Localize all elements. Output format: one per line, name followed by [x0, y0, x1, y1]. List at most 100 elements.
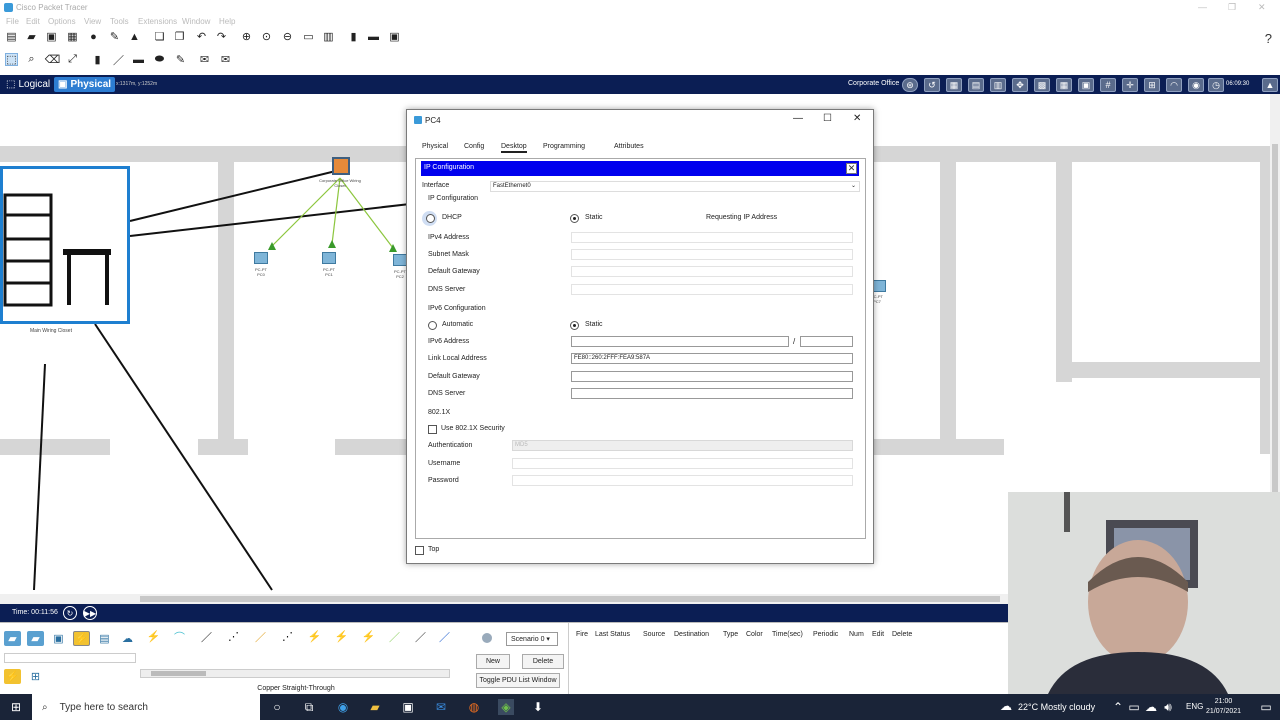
static-radio[interactable]	[570, 214, 579, 223]
onedrive-icon[interactable]: ☁	[1143, 699, 1159, 715]
menu-help[interactable]: Help	[219, 17, 235, 26]
cable-scrollbar[interactable]	[140, 669, 450, 678]
copy-icon[interactable]: ❏	[153, 30, 166, 43]
store-icon[interactable]: ▣	[400, 699, 416, 715]
close-icon[interactable]: ✕	[1258, 2, 1266, 13]
scroll-thumb[interactable]	[140, 596, 1000, 602]
power-cycle-icon[interactable]: ↻	[63, 606, 77, 620]
ipv6-dns-input[interactable]	[571, 388, 853, 399]
interface-select[interactable]: FastEthernet0 ⌄	[490, 181, 860, 192]
viewport-icon[interactable]: ▬	[367, 30, 380, 43]
task-view-icon[interactable]: ⧉	[301, 699, 317, 715]
pc7-icon[interactable]	[872, 280, 886, 292]
authentication-select[interactable]: MD5	[512, 440, 853, 451]
physical-view-button[interactable]: ▣ Physical	[54, 77, 116, 92]
network-icon[interactable]: ▭	[1126, 699, 1142, 715]
zoom-in-icon[interactable]: ⊕	[240, 30, 253, 43]
move-object-icon[interactable]: ✥	[1012, 78, 1028, 92]
complex-pdu-icon[interactable]: ✉	[219, 53, 232, 66]
link-local-input[interactable]: FE80::260:2FFF:FEA9:587A	[571, 353, 853, 364]
restore-icon[interactable]: ❐	[1228, 2, 1236, 13]
main-wiring-closet[interactable]	[0, 166, 130, 324]
menu-edit[interactable]: Edit	[26, 17, 40, 26]
menu-tools[interactable]: Tools	[110, 17, 129, 26]
automatic-cable-icon[interactable]: ⚡	[145, 629, 162, 644]
viewport-grid-icon[interactable]: ▦	[1056, 78, 1072, 92]
inspect-icon[interactable]: ⌕	[25, 53, 38, 66]
grid-icon[interactable]: #	[1100, 78, 1116, 92]
delete-icon[interactable]: ⌫	[45, 53, 61, 66]
logical-view-button[interactable]: ⬚ Logical	[2, 77, 54, 92]
tab-config[interactable]: Config	[464, 143, 484, 150]
tab-programming[interactable]: Programming	[543, 143, 585, 150]
menu-file[interactable]: File	[6, 17, 19, 26]
pc1-icon[interactable]	[322, 252, 336, 264]
fast-forward-icon[interactable]: ▶▶	[83, 606, 97, 620]
custom-device-icon[interactable]: ▥	[322, 30, 335, 43]
navigation-icon[interactable]: ⊛	[902, 78, 918, 92]
file-explorer-icon[interactable]: ▰	[367, 699, 383, 715]
volume-icon[interactable]: 🔊︎	[1160, 699, 1176, 715]
ipv6-automatic-radio[interactable]	[428, 321, 437, 330]
dhcp-radio[interactable]	[426, 214, 435, 223]
end-devices-icon[interactable]: ▰	[27, 631, 44, 646]
scroll-thumb[interactable]	[151, 671, 206, 676]
weather-text[interactable]: 22°C Mostly cloudy	[1018, 702, 1095, 712]
subnet-mask-input[interactable]	[571, 249, 853, 260]
menu-window[interactable]: Window	[182, 17, 210, 26]
ipv6-prefix-input[interactable]	[800, 336, 853, 347]
set-tiled-background-icon[interactable]: ▩	[1034, 78, 1050, 92]
scenario-info-icon[interactable]	[482, 633, 492, 643]
back-icon[interactable]: ↺	[924, 78, 940, 92]
multiuser-icon[interactable]: ☁	[119, 631, 136, 646]
iot-cable-icon[interactable]: ／	[412, 629, 429, 644]
switch-icon[interactable]	[332, 157, 350, 175]
open-folder-icon[interactable]: ▰	[25, 30, 38, 43]
network-devices-icon[interactable]: ▰	[4, 631, 21, 646]
notifications-icon[interactable]: ▭	[1258, 699, 1274, 715]
fiber-cable-icon[interactable]: ／	[252, 629, 269, 644]
default-gateway-input[interactable]	[571, 266, 853, 277]
layout-icon[interactable]: ⊞	[1144, 78, 1160, 92]
new-closet-icon[interactable]: ▥	[990, 78, 1006, 92]
tab-physical[interactable]: Physical	[422, 143, 448, 150]
redo-icon[interactable]: ↷	[215, 30, 228, 43]
grid-category-icon[interactable]: ⊞	[27, 669, 44, 684]
new-city-icon[interactable]: ▦	[946, 78, 962, 92]
tab-attributes[interactable]: Attributes	[614, 143, 644, 150]
activity-wizard-icon[interactable]: ▲	[128, 30, 141, 43]
top-checkbox[interactable]	[415, 546, 424, 555]
misc-devices-icon[interactable]: ▤	[96, 631, 113, 646]
minimize-icon[interactable]: —	[1198, 2, 1207, 12]
clock-icon[interactable]: ◷	[1208, 78, 1224, 92]
toggle-pdu-list-button[interactable]: Toggle PDU List Window	[476, 673, 560, 688]
new-scenario-button[interactable]: New	[476, 654, 510, 669]
ipv6-static-radio[interactable]	[570, 321, 579, 330]
draw-rectangle-icon[interactable]: ▬	[132, 53, 145, 66]
paste-icon[interactable]: ❐	[173, 30, 186, 43]
username-input[interactable]	[512, 458, 853, 469]
draw-ellipse-icon[interactable]: ⬬	[153, 53, 166, 66]
set-background-icon[interactable]: ▣	[1078, 78, 1094, 92]
weather-icon[interactable]: ☁	[998, 698, 1014, 714]
save-icon[interactable]: ▣	[45, 30, 58, 43]
password-input[interactable]	[512, 475, 853, 486]
tab-desktop[interactable]: Desktop	[501, 143, 527, 153]
notes-icon[interactable]: ▮	[347, 30, 360, 43]
dns-server-input[interactable]	[571, 284, 853, 295]
up-arrow-icon[interactable]: ▲	[1262, 78, 1278, 92]
pc2-icon[interactable]	[393, 254, 407, 266]
dialog-minimize-icon[interactable]: —	[793, 113, 803, 124]
environment-icon[interactable]: ◉	[1188, 78, 1204, 92]
octal-cable-icon[interactable]: ／	[386, 629, 403, 644]
language-indicator[interactable]: ENG	[1186, 702, 1203, 711]
pc0-icon[interactable]	[254, 252, 268, 264]
taskbar-search-box[interactable]: ⌕ Type here to search	[32, 694, 260, 720]
ip-configuration-close-icon[interactable]: ✕	[846, 163, 857, 174]
ipv6-address-input[interactable]	[571, 336, 789, 347]
delete-scenario-button[interactable]: Delete	[522, 654, 564, 669]
zoom-out-icon[interactable]: ⊖	[281, 30, 294, 43]
firefox-icon[interactable]: ◍	[466, 699, 482, 715]
serial-dce-cable-icon[interactable]: ⚡	[333, 629, 350, 644]
print-icon[interactable]: ▦	[66, 30, 79, 43]
